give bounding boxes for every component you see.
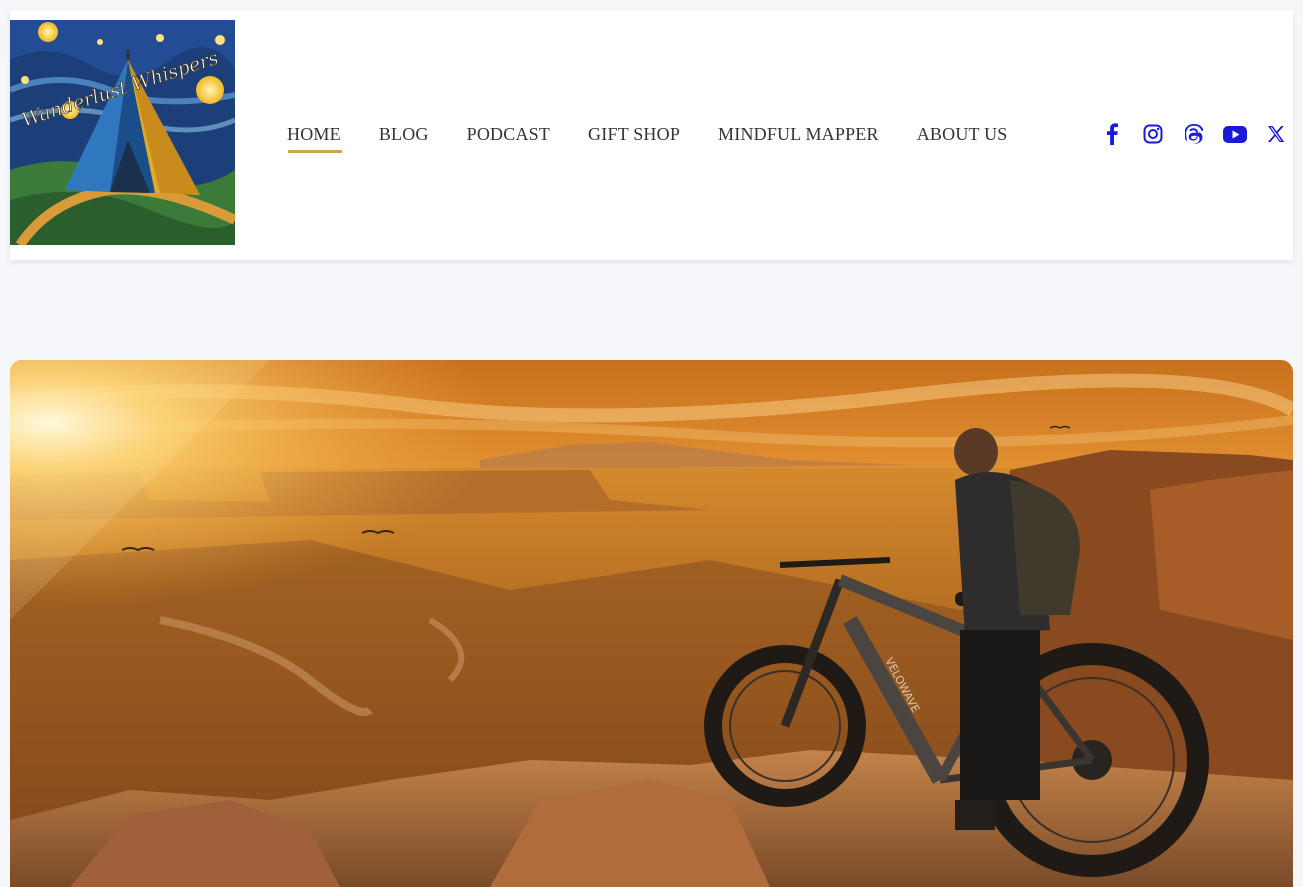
nav-item-mindful-mapper[interactable]: MINDFUL MAPPER: [718, 122, 879, 146]
site-header: Wanderlust Whispers HOME BLOG PODCAST GI…: [10, 10, 1293, 260]
nav-item-gift-shop[interactable]: GIFT SHOP: [588, 122, 680, 146]
facebook-icon[interactable]: [1100, 122, 1124, 146]
site-logo[interactable]: Wanderlust Whispers: [10, 20, 235, 245]
threads-icon[interactable]: [1182, 122, 1206, 146]
nav-item-home[interactable]: HOME: [287, 122, 342, 153]
youtube-icon[interactable]: [1223, 122, 1247, 146]
nav-item-blog[interactable]: BLOG: [379, 122, 429, 146]
nav-item-about-us[interactable]: ABOUT US: [917, 122, 1008, 146]
nav-item-podcast[interactable]: PODCAST: [467, 122, 550, 146]
social-links: [1100, 122, 1303, 146]
x-icon[interactable]: [1264, 122, 1288, 146]
instagram-icon[interactable]: [1141, 122, 1165, 146]
hero-image: VELOWAVE: [10, 360, 1293, 887]
main-nav: HOME BLOG PODCAST GIFT SHOP MINDFUL MAPP…: [287, 122, 1046, 153]
